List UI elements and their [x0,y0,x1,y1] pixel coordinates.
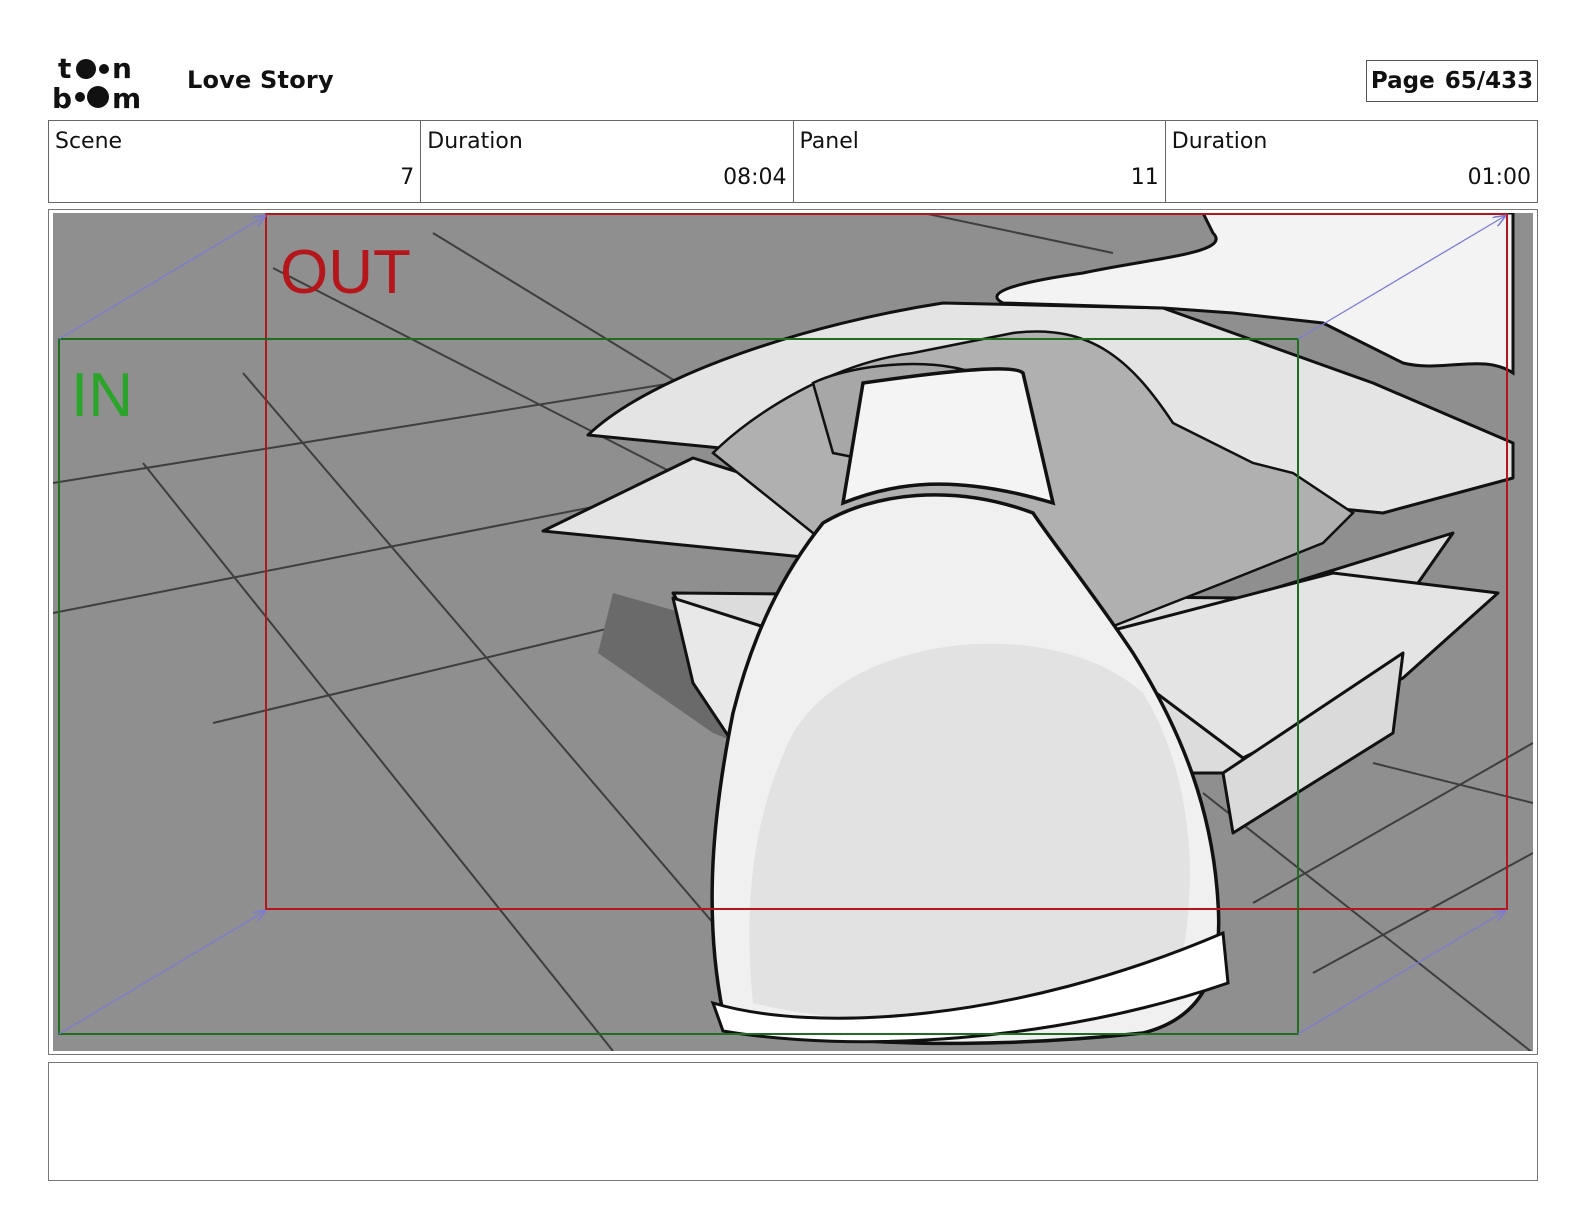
scene-duration-value: 08:04 [723,165,787,190]
page-number: 65/433 [1444,68,1534,94]
toon-boom-logo: t n b m [52,52,141,112]
scene-label: Scene [55,129,123,154]
in-label: IN [71,361,133,430]
scene-duration-label: Duration [427,129,523,154]
panel-cell: Panel 11 [794,121,1166,202]
page-indicator: Page 65/433 [1366,60,1538,102]
panel-info-table: Scene 7 Duration 08:04 Panel 11 Duration… [48,120,1538,203]
panel-value: 11 [1130,165,1159,190]
svg-text:n: n [112,52,132,85]
page-label: Page [1370,68,1435,94]
svg-text:b: b [52,82,72,112]
panel-label: Panel [799,129,859,154]
out-label: OUT [280,238,411,307]
svg-text:m: m [112,82,141,112]
scene-value: 7 [400,165,415,190]
storyboard-panel-drawing: OUT IN [53,213,1533,1051]
scene-duration-cell: Duration 08:04 [421,121,794,202]
panel-duration-label: Duration [1171,129,1268,154]
panel-notes-box [48,1062,1538,1181]
project-title: Love Story [187,66,334,94]
panel-duration-value: 01:00 [1467,165,1531,190]
scene-cell: Scene 7 [49,121,422,202]
panel-duration-cell: Duration 01:00 [1166,121,1537,202]
svg-text:t: t [58,52,71,85]
